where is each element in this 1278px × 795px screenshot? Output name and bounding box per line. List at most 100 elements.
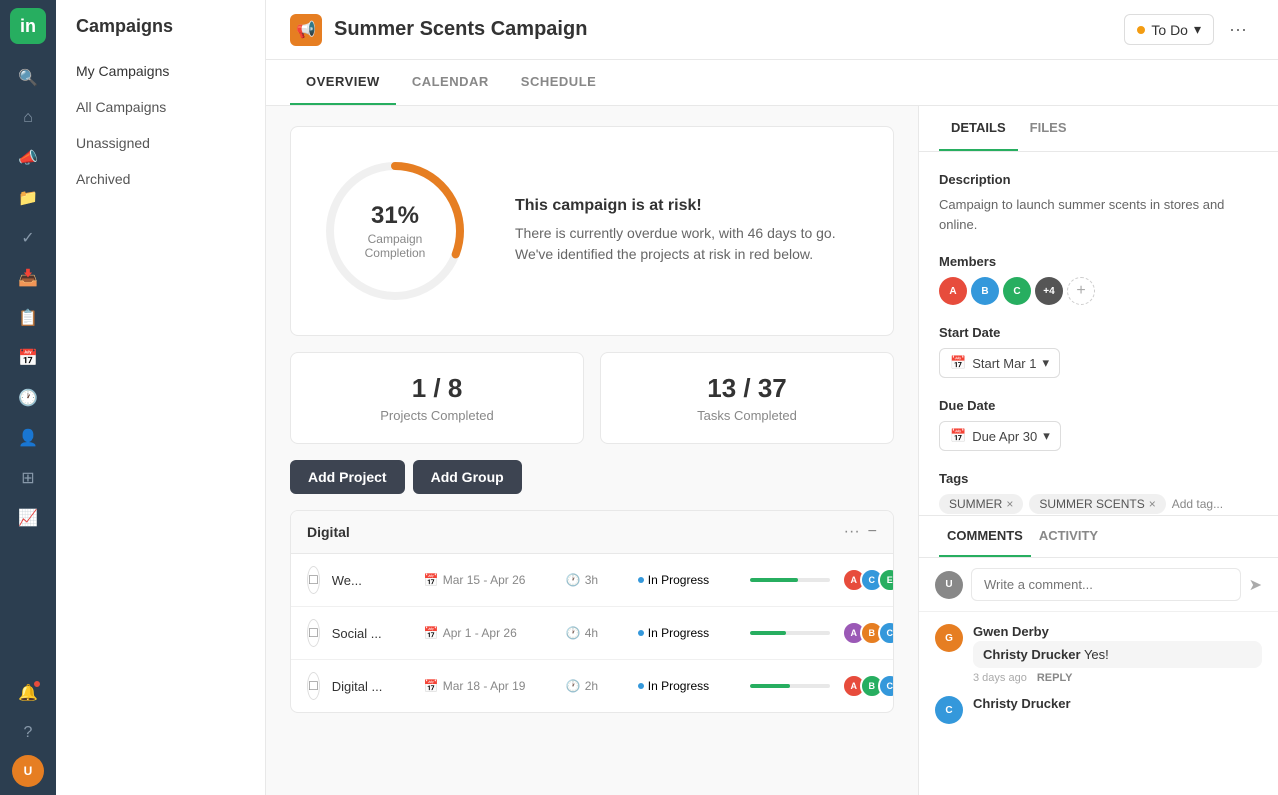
nav-portfolio[interactable]: ⊞ — [10, 460, 46, 496]
add-group-button[interactable]: Add Group — [413, 460, 522, 494]
table-row: ☐ We... 📅 Mar 15 - Apr 26 🕐 3h In Progre… — [291, 554, 893, 607]
tag-remove-button[interactable]: × — [1006, 497, 1013, 511]
chevron-down-icon: ▾ — [1042, 355, 1049, 371]
nav-reports[interactable]: 📋 — [10, 300, 46, 336]
date-range: Apr 1 - Apr 26 — [443, 626, 517, 640]
icon-bar: in 🔍 ⌂ 📣 📁 ✓ 📥 📋 📅 🕐 👤 ⊞ 📈 🔔 ? U — [0, 0, 56, 795]
tag-summer: SUMMER × — [939, 494, 1023, 514]
comments-list: G Gwen Derby Christy Drucker Yes! 3 days… — [919, 612, 1278, 795]
tag-remove-button[interactable]: × — [1149, 497, 1156, 511]
more-options-button[interactable]: ··· — [1222, 14, 1254, 46]
campaign-icon: 📢 — [290, 14, 322, 46]
projects-label: Projects Completed — [315, 408, 559, 423]
calendar-icon: 📅 — [950, 355, 966, 371]
nav-history[interactable]: 🕐 — [10, 380, 46, 416]
project-name[interactable]: We... — [332, 573, 412, 588]
tab-files[interactable]: FILES — [1018, 106, 1079, 151]
status-text: In Progress — [648, 626, 709, 640]
comment-time: 3 days ago — [973, 672, 1027, 684]
nav-people[interactable]: 👤 — [10, 420, 46, 456]
main-header: 📢 Summer Scents Campaign To Do ▾ ··· — [266, 0, 1278, 60]
group-more-icon[interactable]: ··· — [844, 523, 860, 541]
tasks-stat: 13 / 37 Tasks Completed — [600, 352, 894, 444]
member-avatar: C — [1003, 277, 1031, 305]
status-indicator — [1137, 26, 1145, 34]
tab-comments[interactable]: COMMENTS — [939, 516, 1031, 557]
member-avatar: A — [939, 277, 967, 305]
tab-overview[interactable]: OVERVIEW — [290, 60, 396, 105]
user-avatar[interactable]: U — [12, 755, 44, 787]
progress-label: 31% Campaign Completion — [355, 202, 435, 260]
comment-bubble-text: Yes! — [1084, 647, 1109, 662]
project-status: In Progress — [638, 679, 738, 693]
calendar-icon: 📅 — [424, 573, 439, 587]
nav-campaigns[interactable]: 📣 — [10, 140, 46, 176]
project-dates: 📅 Mar 18 - Apr 19 — [424, 679, 554, 693]
project-icon: ☐ — [307, 619, 320, 647]
project-group-digital: Digital ··· − ☐ We... 📅 Mar 15 - Apr 26 — [290, 510, 894, 713]
group-collapse-icon[interactable]: − — [868, 523, 877, 541]
comment-avatar: G — [935, 624, 963, 652]
comment-input[interactable] — [971, 568, 1241, 601]
member-avatar: B — [971, 277, 999, 305]
send-icon[interactable]: ➤ — [1249, 575, 1262, 595]
member-count: +4 — [1035, 277, 1063, 305]
comments-section: COMMENTS ACTIVITY U ➤ G Gwen Derby — [919, 515, 1278, 795]
tab-details[interactable]: DETAILS — [939, 106, 1018, 151]
sidebar-item-unassigned[interactable]: Unassigned — [56, 125, 265, 161]
comment-item: C Christy Drucker — [935, 696, 1262, 724]
start-date-value: Start Mar 1 — [972, 356, 1036, 371]
sidebar-item-all-campaigns[interactable]: All Campaigns — [56, 89, 265, 125]
reply-button[interactable]: REPLY — [1037, 672, 1073, 684]
comment-body: Gwen Derby Christy Drucker Yes! 3 days a… — [973, 624, 1262, 684]
due-date-button[interactable]: 📅 Due Apr 30 ▾ — [939, 421, 1061, 451]
add-project-button[interactable]: Add Project — [290, 460, 405, 494]
tab-calendar[interactable]: CALENDAR — [396, 60, 505, 105]
description-group: Description Campaign to launch summer sc… — [939, 172, 1258, 234]
status-button[interactable]: To Do ▾ — [1124, 14, 1214, 45]
tab-schedule[interactable]: SCHEDULE — [505, 60, 613, 105]
project-status: In Progress — [638, 573, 738, 587]
sidebar-item-my-campaigns[interactable]: My Campaigns — [56, 53, 265, 89]
nav-inbox[interactable]: 📥 — [10, 260, 46, 296]
tag-summer-scents: SUMMER SCENTS × — [1029, 494, 1165, 514]
risk-title: This campaign is at risk! — [515, 197, 869, 215]
tab-activity[interactable]: ACTIVITY — [1031, 516, 1106, 557]
calendar-icon: 📅 — [424, 679, 439, 693]
comment-author: Christy Drucker — [973, 696, 1262, 711]
nav-projects[interactable]: 📁 — [10, 180, 46, 216]
project-status: In Progress — [638, 626, 738, 640]
status-label: To Do — [1151, 22, 1188, 38]
table-row: ☐ Social ... 📅 Apr 1 - Apr 26 🕐 4h In Pr… — [291, 607, 893, 660]
status-dot-icon — [638, 683, 644, 689]
description-label: Description — [939, 172, 1258, 187]
nav-notifications[interactable]: 🔔 — [10, 675, 46, 711]
nav-home[interactable]: ⌂ — [10, 100, 46, 136]
chevron-down-icon: ▾ — [1194, 21, 1201, 38]
project-name[interactable]: Digital ... — [332, 679, 412, 694]
page-title: Summer Scents Campaign — [334, 18, 1124, 41]
calendar-icon: 📅 — [950, 428, 966, 444]
clock-icon: 🕐 — [566, 626, 581, 640]
sidebar-item-archived[interactable]: Archived — [56, 161, 265, 197]
nav-help[interactable]: ? — [10, 715, 46, 751]
risk-info: This campaign is at risk! There is curre… — [515, 197, 869, 265]
project-time: 🕐 3h — [566, 573, 626, 587]
project-name[interactable]: Social ... — [332, 626, 412, 641]
start-date-button[interactable]: 📅 Start Mar 1 ▾ — [939, 348, 1060, 378]
nav-tasks[interactable]: ✓ — [10, 220, 46, 256]
group-header: Digital ··· − — [291, 511, 893, 554]
nav-search[interactable]: 🔍 — [10, 60, 46, 96]
status-text: In Progress — [648, 573, 709, 587]
nav-analytics[interactable]: 📈 — [10, 500, 46, 536]
progress-sub: Campaign Completion — [355, 232, 435, 260]
add-tag-button[interactable]: Add tag... — [1172, 497, 1223, 511]
project-time: 🕐 2h — [566, 679, 626, 693]
main-content: 📢 Summer Scents Campaign To Do ▾ ··· OVE… — [266, 0, 1278, 795]
add-member-button[interactable]: + — [1067, 277, 1095, 305]
due-date-value: Due Apr 30 — [972, 429, 1037, 444]
members-label: Members — [939, 254, 1258, 269]
comments-tabs: COMMENTS ACTIVITY — [919, 516, 1278, 558]
nav-calendar[interactable]: 📅 — [10, 340, 46, 376]
tags-label: Tags — [939, 471, 1258, 486]
